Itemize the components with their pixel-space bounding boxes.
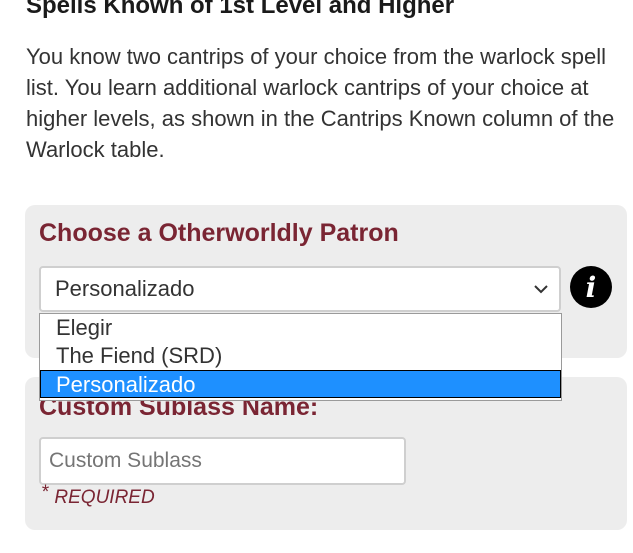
info-icon[interactable]: i [570,266,612,308]
required-label: REQUIRED [54,487,155,508]
patron-option-personalizado[interactable]: Personalizado [40,370,561,398]
required-star: * [41,482,49,503]
svg-text:i: i [586,271,597,304]
patron-option-elegir[interactable]: Elegir [40,314,561,342]
patron-dropdown-list: Elegir The Fiend (SRD) Personalizado [39,313,562,401]
required-note: * REQUIRED [41,482,155,509]
patron-select-value: Personalizado [55,276,195,301]
patron-title: Choose a Otherworldly Patron [39,219,399,247]
spells-heading: Spells Known of 1st Level and Higher [26,0,455,19]
chevron-down-icon [534,285,548,294]
custom-subclass-input[interactable] [39,437,406,485]
spells-description: You know two cantrips of your choice fro… [26,44,615,162]
patron-select[interactable]: Personalizado [39,266,561,312]
patron-option-the-fiend[interactable]: The Fiend (SRD) [40,342,561,370]
